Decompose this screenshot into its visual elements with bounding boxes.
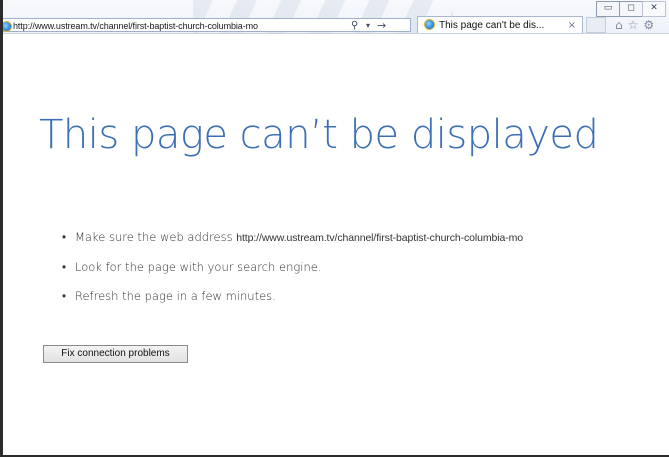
suggestion-list: • Make sure the web address http://www.u… [62,230,523,318]
window-controls: ▭ ◻ ✕ [596,1,666,17]
bullet-icon: • [62,260,67,274]
address-bar: http://www.ustream.tv/channel/first-bapt… [3,17,413,33]
go-arrow-icon[interactable]: → [377,19,386,33]
fix-connection-problems-button[interactable]: Fix connection problems [43,345,188,363]
ie-tab-icon [424,19,435,30]
toolbar-icons: ⌂ ☆ ⚙ [615,17,654,33]
bullet-icon: • [62,230,67,244]
list-item: • Make sure the web address http://www.u… [62,230,523,246]
maximize-button[interactable]: ◻ [619,1,643,17]
ie-page-icon [3,21,12,32]
suggestion-text: Refresh the page in a few minutes. [75,289,276,303]
home-icon[interactable]: ⌂ [615,17,623,33]
new-tab-button[interactable] [586,17,606,33]
close-window-button[interactable]: ✕ [642,1,666,17]
tab-title: This page can't be dis... [439,20,545,31]
favorites-star-icon[interactable]: ☆ [628,17,639,33]
suggestion-text: Make sure the web address [75,230,237,244]
title-bar: ▭ ◻ ✕ http://www.ustream.tv/channel/firs… [3,0,669,34]
page-title: This page can’t be displayed [39,112,599,158]
browser-window: ▭ ◻ ✕ http://www.ustream.tv/channel/firs… [0,0,669,457]
list-item: • Look for the page with your search eng… [62,260,523,275]
list-item: • Refresh the page in a few minutes. [62,289,523,304]
tab-close-icon[interactable]: × [568,17,576,34]
bullet-icon: • [62,289,67,303]
chevron-down-icon[interactable]: ▾ [366,19,370,33]
minimize-button[interactable]: ▭ [596,1,620,17]
address-url: http://www.ustream.tv/channel/first-bapt… [13,21,258,31]
suggestion-text: Look for the page with your search engin… [75,260,322,274]
gear-icon[interactable]: ⚙ [643,17,654,33]
tab-active[interactable]: This page can't be dis... × [417,16,583,33]
search-icon[interactable]: ⚲ [351,19,358,33]
suggestion-url: http://www.ustream.tv/channel/first-bapt… [236,232,523,244]
address-input[interactable]: http://www.ustream.tv/channel/first-bapt… [3,18,411,32]
